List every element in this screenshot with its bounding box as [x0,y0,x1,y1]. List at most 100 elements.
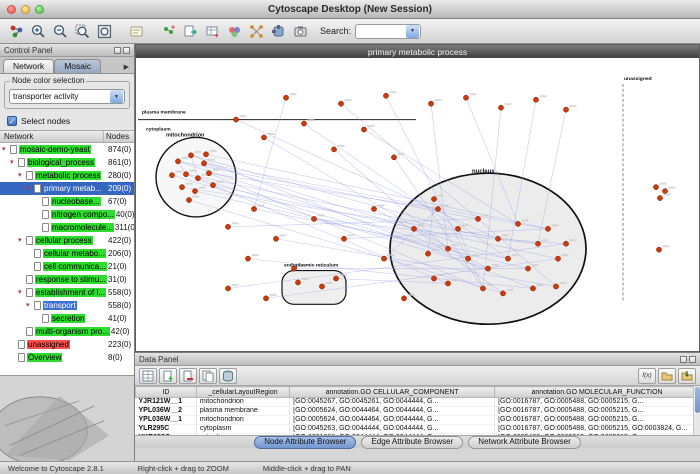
tree-item[interactable]: unassigned223(0) [0,338,134,351]
dropdown-arrow-icon: ▼ [110,90,123,103]
expander-icon[interactable]: ▾ [26,185,34,193]
network-doc-icon [34,184,41,193]
table-column-header[interactable]: ID [136,387,197,398]
minimize-window-button[interactable] [21,5,30,14]
attribute-table[interactable]: ID_cellularLayoutRegionannotation.GO CEL… [135,386,700,435]
import-network-icon[interactable] [180,21,201,42]
birds-eye-overview[interactable] [0,375,134,461]
table-row[interactable]: YPL036W__2plasma membrane[GO:0005624, GO… [136,407,700,416]
vizmapper-icon[interactable] [224,21,245,42]
tree-item[interactable]: ▾biological_process861(0) [0,156,134,169]
tree-item[interactable]: nitrogen compo...40(0) [0,208,134,221]
expander-icon[interactable]: ▾ [2,146,10,154]
graph-node [261,135,266,140]
expander-icon[interactable]: ▾ [10,159,18,167]
table-row[interactable]: YLR295Ccytoplasm[GO:0045263, GO:0044444,… [136,425,700,434]
panel-float-button[interactable] [680,356,687,363]
zoom-in-icon[interactable] [28,21,49,42]
network-manager-icon[interactable] [6,21,27,42]
graph-node [186,197,191,202]
tree-item[interactable]: Overview8(0) [0,351,134,364]
tree-item[interactable]: cellular metabo...206(0) [0,247,134,260]
select-nodes-checkbox[interactable]: ✓ [7,116,17,126]
table-row[interactable]: YJR121W__1mitochondrion[GO:0045267, GO:0… [136,398,700,407]
expander-icon[interactable]: ▾ [18,237,26,245]
plugins-icon[interactable] [268,21,289,42]
table-row[interactable]: YPL036W__1mitochondrion[GO:0005624, GO:0… [136,416,700,425]
zoom-window-button[interactable] [35,5,44,14]
clear-attribute-icon[interactable] [219,368,237,384]
table-scrollbar[interactable] [693,386,700,435]
table-cell: mitochondrion [196,416,289,425]
tree-item[interactable]: ▾metabolic process280(0) [0,169,134,182]
load-table-icon[interactable]: + [202,21,223,42]
zoom-fit-icon[interactable] [94,21,115,42]
network-view-title[interactable]: primary metabolic process [136,45,699,58]
node-label-tick [669,187,676,189]
node-color-selection-label: Node color selection [10,76,86,85]
search-dropdown-arrow-icon[interactable]: ▼ [406,25,419,38]
tree-item[interactable]: multi-organism pro...42(0) [0,325,134,338]
expander-icon[interactable]: ▾ [26,302,34,310]
node-label-tick [378,205,385,207]
copy-attribute-icon[interactable] [199,368,217,384]
create-attribute-icon[interactable]: + [159,368,177,384]
delete-attribute-icon[interactable] [179,368,197,384]
graph-node [515,221,520,226]
close-window-button[interactable] [7,5,16,14]
tree-column-network[interactable]: Network [0,131,104,142]
tree-item[interactable]: cell communica...21(0) [0,260,134,273]
tree-item[interactable]: macromolecule...311(0) [0,221,134,234]
table-cell: [GO:0045267, GO:0045261, GO:0044444, G..… [290,398,495,407]
tree-item[interactable]: ▾cellular process422(0) [0,234,134,247]
tree-column-nodes[interactable]: Nodes [104,131,134,142]
annotation-icon[interactable] [126,21,147,42]
export-attributes-icon[interactable] [678,368,696,384]
tree-item[interactable]: ▾establishment of l...558(0) [0,286,134,299]
tree-item[interactable]: secretion41(0) [0,312,134,325]
tree-item[interactable]: ▾transport558(0) [0,299,134,312]
zoom-selected-icon[interactable] [72,21,93,42]
network-canvas[interactable]: plasma membranecytoplasmmitochondrionnuc… [136,58,699,351]
layout-icon[interactable] [246,21,267,42]
control-panel-tabs: Network Mosaic ▶ [0,57,134,74]
panel-float-button[interactable] [114,47,121,54]
tree-item[interactable]: response to stimu...31(0) [0,273,134,286]
new-network-icon[interactable]: + [158,21,179,42]
select-attributes-icon[interactable] [139,368,157,384]
table-column-header[interactable]: annotation.GO MOLECULAR_FUNCTION [495,387,700,398]
search-input[interactable] [356,27,406,36]
expander-icon[interactable]: ▾ [18,172,26,180]
panel-close-button[interactable] [123,47,130,54]
table-cell: plasma membrane [196,407,289,416]
snapshot-icon[interactable] [290,21,311,42]
node-label-tick [186,183,193,185]
tab-scroll-arrow-icon[interactable]: ▶ [124,63,132,73]
tab-network[interactable]: Network [3,59,54,73]
tree-item[interactable]: nucleobase...67(0) [0,195,134,208]
node-color-dropdown[interactable]: transporter activity ▼ [9,89,125,104]
zoom-out-icon[interactable] [50,21,71,42]
tree-item[interactable]: ▾primary metab...209(0) [0,182,134,195]
equation-icon[interactable]: f(x) [638,368,656,384]
graph-node [195,176,200,181]
tab-network-attribute-browser[interactable]: Network Attribute Browser [468,436,580,449]
table-column-header[interactable]: annotation.GO CELLULAR_COMPONENT [290,387,495,398]
import-attributes-icon[interactable] [658,368,676,384]
attribute-table-wrap: ID_cellularLayoutRegionannotation.GO CEL… [135,386,700,435]
search-combo: ▼ [355,24,421,39]
graph-node [203,152,208,157]
tab-node-attribute-browser[interactable]: Node Attribute Browser [254,436,356,449]
panel-close-button[interactable] [689,356,696,363]
graph-node [411,226,416,231]
tab-mosaic[interactable]: Mosaic [54,59,101,73]
network-graph[interactable]: plasma membranecytoplasmmitochondrionnuc… [136,58,699,351]
tree-item[interactable]: ▾mosaic-demo-yeast874(0) [0,143,134,156]
expander-icon[interactable]: ▾ [18,289,26,297]
table-scrollbar-thumb[interactable] [695,387,700,413]
table-column-header[interactable]: _cellularLayoutRegion [196,387,289,398]
node-label-tick [348,234,355,236]
node-label-tick [190,170,197,172]
table-row[interactable]: YKR052Ccytoplasm[GO:0031966, GO:0044444,… [136,434,700,436]
tab-edge-attribute-browser[interactable]: Edge Attribute Browser [361,436,463,449]
